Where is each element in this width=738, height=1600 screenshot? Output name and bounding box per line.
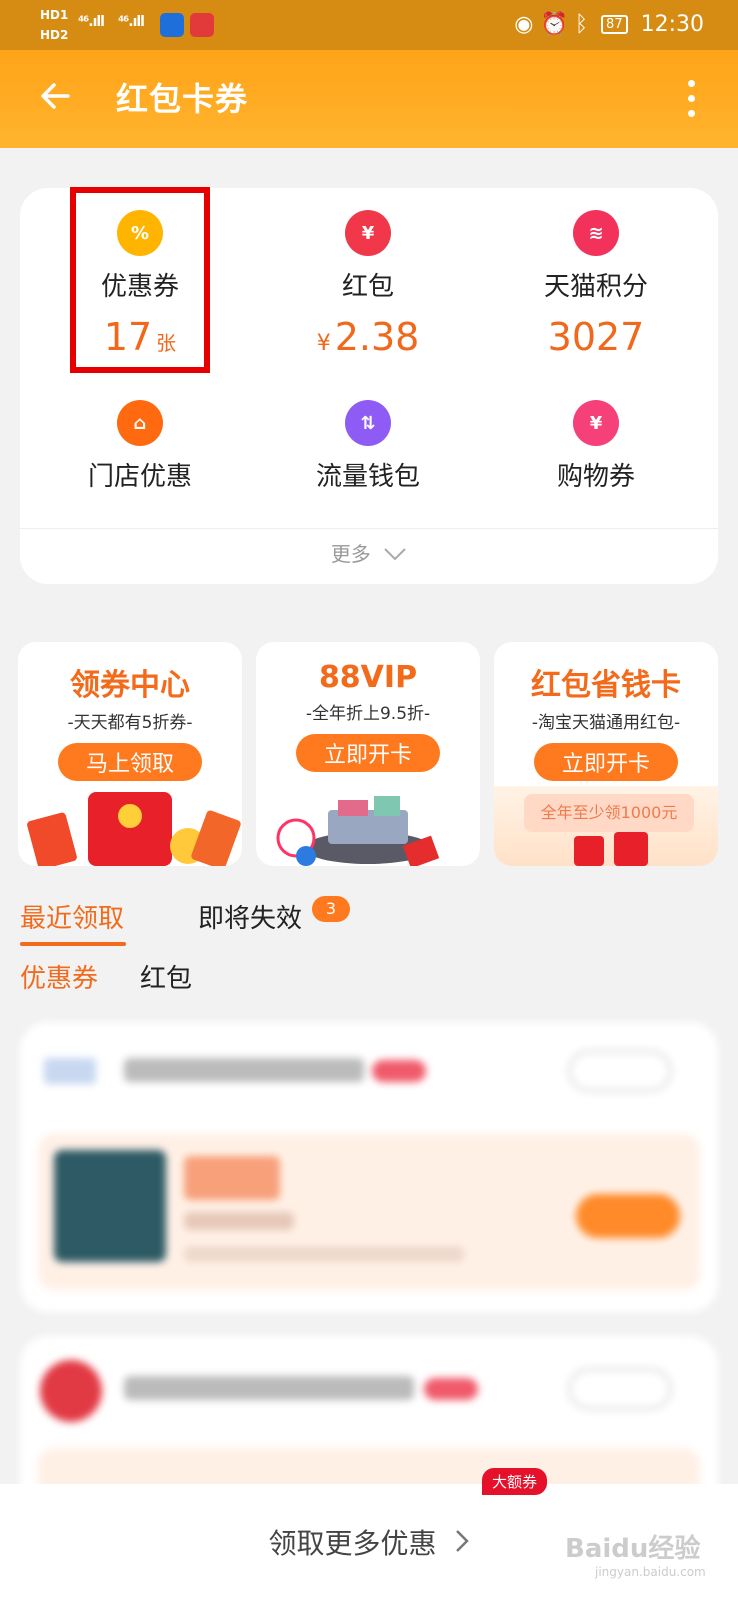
promo-button[interactable]: 立即开卡	[295, 734, 440, 772]
watermark-subtext: jingyan.baidu.com	[595, 1565, 706, 1579]
list-item[interactable]	[20, 1022, 718, 1312]
tmall-points-entry[interactable]: ≋ 天猫积分 3027	[486, 210, 706, 359]
red-packet-amount: ¥2.38	[258, 315, 478, 359]
browser-app-icon	[160, 13, 184, 37]
tab-expiring[interactable]: 即将失效	[198, 898, 302, 935]
watermark-text: Baidu经验	[565, 1534, 701, 1564]
promo-88vip[interactable]: 88VIP -全年折上9.5折- 立即开卡	[256, 642, 480, 866]
app-header: 红包卡券	[0, 50, 738, 148]
promo-title: 红包省钱卡	[531, 668, 681, 703]
data-wallet-entry[interactable]: ⇅ 流量钱包	[258, 400, 478, 493]
points-coins-icon: ≋	[573, 210, 619, 256]
status-right: ◉ ⏰ ᛒ 87 12:30	[514, 12, 704, 37]
shop-app-icon	[190, 13, 214, 37]
voucher-jar-icon: ¥	[573, 400, 619, 446]
red-packet-label: 红包	[341, 272, 394, 302]
big-coupon-badge: 大额券	[482, 1468, 548, 1495]
currency-symbol: ¥	[316, 331, 331, 356]
more-options-icon[interactable]	[688, 80, 696, 120]
bluetooth-icon: ᛒ	[574, 12, 589, 37]
tmall-points-label: 天猫积分	[543, 272, 648, 302]
envelope-shape	[614, 832, 648, 866]
data-wallet-icon: ⇅	[345, 400, 391, 446]
store-icon: ⌂	[117, 400, 163, 446]
highlight-box	[70, 187, 210, 373]
data-wallet-label: 流量钱包	[315, 462, 420, 492]
get-more-offers-label: 领取更多优惠	[268, 1527, 437, 1560]
signal-icon-2: ⁴⁶.ıll	[118, 14, 145, 30]
store-offers-label: 门店优惠	[87, 462, 192, 492]
subtab-red-packets[interactable]: 红包	[140, 958, 192, 995]
red-packet-value: 2.38	[334, 315, 420, 359]
promo-red-packet-card[interactable]: 红包省钱卡 -淘宝天猫通用红包- 立即开卡 全年至少领1000元	[494, 642, 718, 866]
promo-title: 领券中心	[70, 668, 190, 703]
tmall-points-value: 3027	[547, 315, 645, 359]
card-divider	[20, 528, 718, 529]
clock-time: 12:30	[640, 12, 704, 37]
promo-coupon-center[interactable]: 领券中心 -天天都有5折券- 马上领取	[18, 642, 242, 866]
alarm-icon: ⏰	[540, 12, 568, 37]
hd-indicator: HD1 HD2	[40, 8, 68, 42]
savings-card-text: 全年至少领1000元	[524, 794, 694, 832]
page-title: 红包卡券	[116, 80, 249, 118]
red-envelope-illustration	[18, 786, 242, 866]
envelope-shape	[574, 836, 604, 866]
promo-button[interactable]: 立即开卡	[533, 743, 678, 781]
promo-subtitle: -全年折上9.5折-	[305, 704, 431, 724]
shopping-voucher-label: 购物券	[556, 462, 635, 492]
status-bar: HD1 HD2 ⁴⁶.ıll ⁴⁶.ıll ◉ ⏰ ᛒ 87 12:30	[0, 0, 738, 50]
subtab-coupons[interactable]: 优惠券	[20, 958, 98, 995]
back-arrow-icon[interactable]	[38, 76, 78, 116]
tab-recent[interactable]: 最近领取	[20, 898, 124, 935]
red-packet-icon: ¥	[345, 210, 391, 256]
promo-subtitle: -淘宝天猫通用红包-	[531, 713, 681, 733]
hd1-label: HD1	[40, 8, 69, 22]
expiring-count-badge: 3	[312, 896, 350, 922]
88vip-platform-illustration	[256, 786, 480, 866]
savings-card-illustration: 全年至少领1000元	[494, 786, 718, 866]
promo-title: 88VIP	[318, 660, 418, 695]
red-packet-entry[interactable]: ¥ 红包 ¥2.38	[258, 210, 478, 359]
chevron-down-icon	[383, 542, 407, 566]
battery-icon: 87	[601, 15, 628, 34]
store-offers-entry[interactable]: ⌂ 门店优惠	[30, 400, 250, 493]
tab-active-indicator	[20, 942, 126, 946]
hd2-label: HD2	[40, 28, 69, 42]
baidu-watermark: Baidu经验 jingyan.baidu.com	[565, 1528, 706, 1579]
eye-icon: ◉	[514, 12, 534, 37]
chevron-right-icon	[455, 1527, 470, 1560]
more-label: 更多	[330, 542, 371, 566]
promo-subtitle: -天天都有5折券-	[67, 713, 193, 733]
shopping-voucher-entry[interactable]: ¥ 购物券	[486, 400, 706, 493]
promo-button[interactable]: 马上领取	[57, 743, 202, 781]
signal-icon: ⁴⁶.ıll	[78, 14, 105, 30]
more-expand-button[interactable]: 更多	[20, 538, 718, 567]
